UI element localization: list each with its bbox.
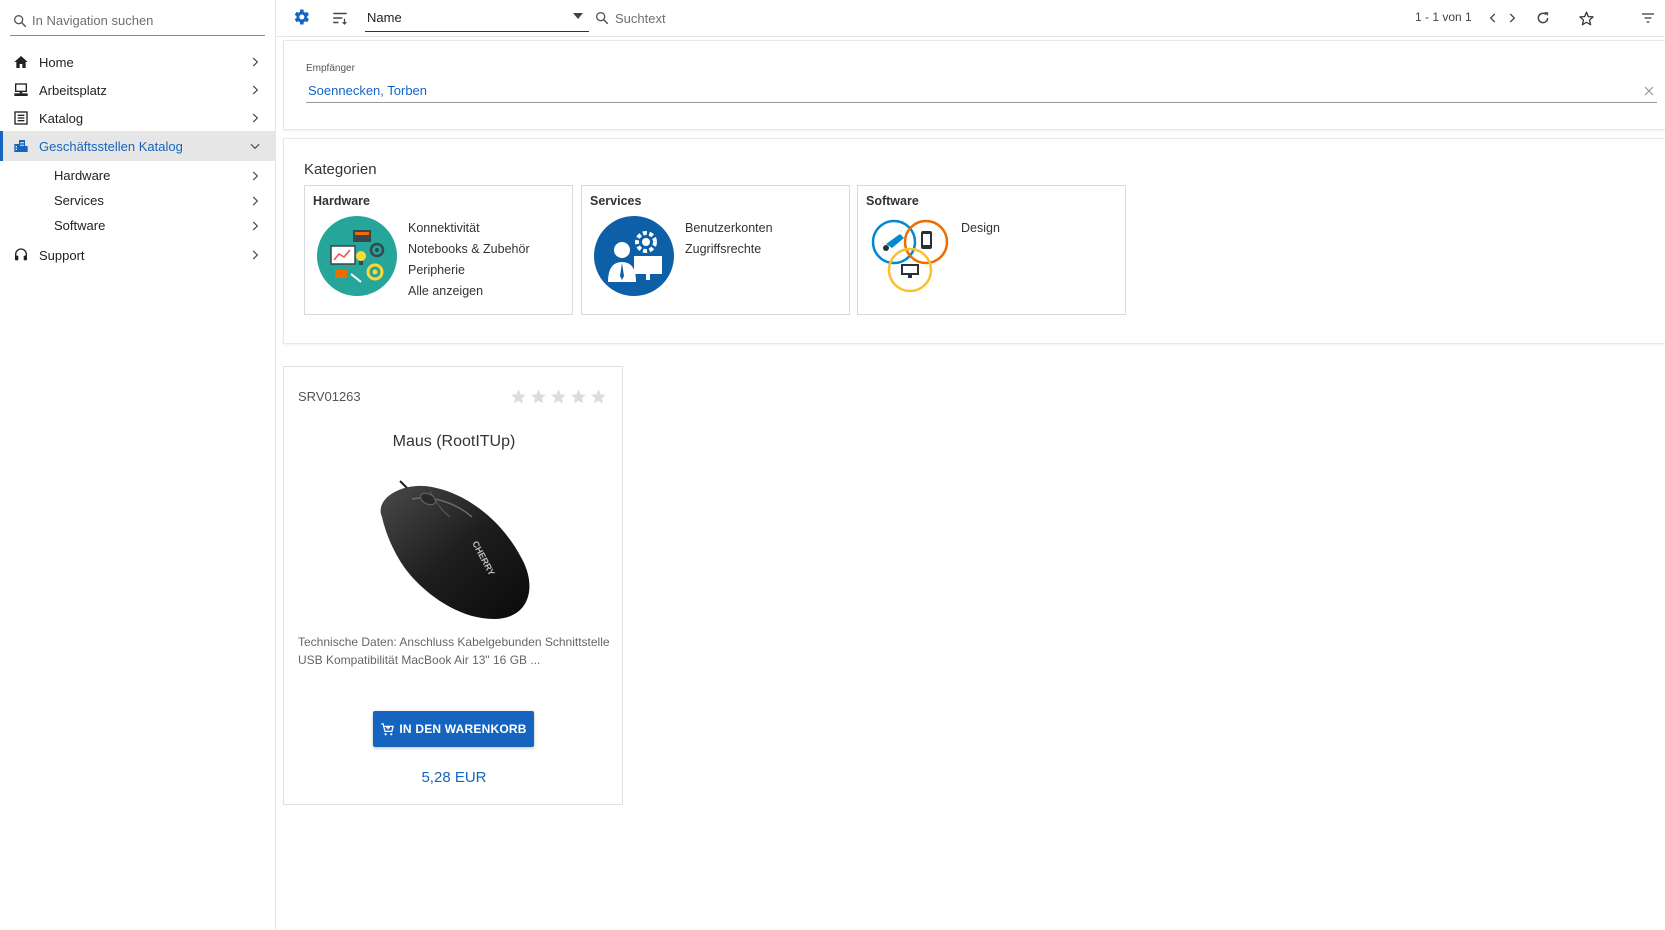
star-icon[interactable] (509, 387, 528, 406)
category-link[interactable]: Alle anzeigen (408, 281, 530, 302)
close-icon[interactable] (1641, 83, 1657, 99)
nav-search[interactable] (10, 6, 265, 36)
sidebar-item-label: Geschäftsstellen Katalog (39, 138, 183, 154)
sidebar-item-label: Home (39, 54, 74, 70)
sidebar-subitem-software[interactable]: Software (0, 213, 276, 238)
star-icon[interactable] (569, 387, 588, 406)
category-title[interactable]: Services (590, 194, 641, 208)
category-software[interactable]: Software Design (857, 185, 1126, 315)
sidebar-subitem-label: Services (54, 193, 104, 208)
search-icon (13, 14, 27, 27)
recipient-label: Empfänger (306, 63, 355, 74)
sidebar-subitem-services[interactable]: Services (0, 188, 276, 213)
category-title[interactable]: Hardware (313, 194, 370, 208)
categories-card: Kategorien Hardware Konnektivität Notebo… (283, 138, 1665, 344)
previous-page-button[interactable] (1483, 8, 1503, 28)
chevron-right-icon (252, 250, 259, 260)
chevron-right-icon (252, 196, 259, 206)
headset-icon (12, 246, 30, 264)
refresh-icon (1537, 12, 1549, 24)
sidebar-subitem-label: Software (54, 218, 106, 233)
star-icon[interactable] (549, 387, 568, 406)
sidebar-item-geschaeftsstellen-katalog[interactable]: Geschäftsstellen Katalog (0, 131, 276, 161)
product-description: Technische Daten: Anschluss Kabelgebunde… (298, 635, 610, 667)
category-link[interactable]: Konnektivität (408, 218, 530, 239)
refresh-button[interactable] (1533, 8, 1553, 28)
add-to-cart-label: IN DEN WARENKORB (399, 722, 527, 736)
sidebar-item-support[interactable]: Support (0, 240, 276, 270)
sidebar-item-katalog[interactable]: Katalog (0, 103, 276, 133)
category-hardware[interactable]: Hardware Konnektivität Notebooks & Zubeh… (304, 185, 573, 315)
category-title[interactable]: Software (866, 194, 919, 208)
result-count: 1 - 1 von 1 (1415, 10, 1472, 24)
chevron-down-icon (250, 143, 260, 150)
gear-icon[interactable] (291, 7, 311, 27)
search-box[interactable] (594, 4, 1014, 32)
mouse-product-image[interactable]: CHERRY (372, 477, 534, 622)
rating-stars[interactable] (509, 387, 609, 406)
nav-search-input[interactable] (32, 13, 252, 28)
nav-menu: Home Arbeitsplatz Katalog Geschäftsstell… (0, 47, 276, 270)
hardware-category-icon (317, 216, 397, 296)
category-links: Benutzerkonten Zugriffsrechte (685, 218, 773, 260)
product-id: SRV01263 (298, 389, 361, 404)
category-link[interactable]: Benutzerkonten (685, 218, 773, 239)
search-icon (596, 11, 609, 25)
sidebar: Home Arbeitsplatz Katalog Geschäftsstell… (0, 0, 276, 930)
category-link[interactable]: Design (961, 218, 1000, 239)
sidebar-item-label: Katalog (39, 110, 84, 126)
product-name[interactable]: Maus (RootITUp) (284, 433, 624, 451)
services-category-icon (594, 216, 674, 296)
star-outline-icon (1578, 10, 1594, 25)
categories-title: Kategorien (304, 161, 377, 178)
category-links: Design (961, 218, 1000, 239)
add-shopping-cart-icon (381, 722, 395, 735)
workstation-icon (12, 81, 30, 99)
sort-field-value: Name (367, 10, 402, 25)
dropdown-caret-icon (573, 13, 583, 19)
chevron-right-icon (252, 113, 259, 123)
search-input[interactable] (615, 10, 995, 26)
sidebar-subitem-label: Hardware (54, 168, 111, 183)
chevron-right-icon (252, 221, 259, 231)
category-link[interactable]: Notebooks & Zubehör (408, 239, 530, 260)
category-links: Konnektivität Notebooks & Zubehör Periph… (408, 218, 530, 302)
sidebar-item-arbeitsplatz[interactable]: Arbeitsplatz (0, 75, 276, 105)
recipient-card: Empfänger Soennecken, Torben (283, 40, 1665, 130)
star-icon[interactable] (529, 387, 548, 406)
chevron-right-icon (252, 171, 259, 181)
star-icon[interactable] (589, 387, 608, 406)
software-category-icon (871, 219, 949, 293)
recipient-field[interactable]: Soennecken, Torben (306, 79, 1657, 103)
product-card[interactable]: SRV01263 Maus (RootITUp) CHERRY Technisc… (283, 366, 623, 805)
chevron-left-icon (1489, 13, 1496, 23)
chevron-right-icon (252, 57, 259, 67)
recipient-value[interactable]: Soennecken, Torben (308, 83, 427, 98)
sidebar-subitem-hardware[interactable]: Hardware (0, 163, 276, 188)
home-icon (12, 53, 30, 71)
next-page-button[interactable] (1502, 8, 1522, 28)
building-icon (12, 137, 30, 155)
sort-icon[interactable] (331, 9, 349, 27)
product-price: 5,28 EUR (421, 769, 487, 786)
category-link[interactable]: Zugriffsrechte (685, 239, 773, 260)
filter-button[interactable] (1638, 8, 1658, 28)
category-link[interactable]: Peripherie (408, 260, 530, 281)
sort-field-select[interactable]: Name (365, 4, 589, 32)
sidebar-item-home[interactable]: Home (0, 47, 276, 77)
filter-icon (1642, 13, 1654, 23)
chevron-right-icon (1509, 13, 1516, 23)
add-to-cart-button[interactable]: IN DEN WARENKORB (373, 711, 534, 747)
catalog-list-icon (12, 109, 30, 127)
sidebar-item-label: Arbeitsplatz (39, 82, 107, 98)
sidebar-item-label: Support (39, 247, 85, 263)
chevron-right-icon (252, 85, 259, 95)
category-services[interactable]: Services Benutzerkonten Zugriffsrechte (581, 185, 850, 315)
top-toolbar: Name 1 - 1 von 1 (276, 0, 1665, 37)
favorite-button[interactable] (1576, 8, 1596, 28)
